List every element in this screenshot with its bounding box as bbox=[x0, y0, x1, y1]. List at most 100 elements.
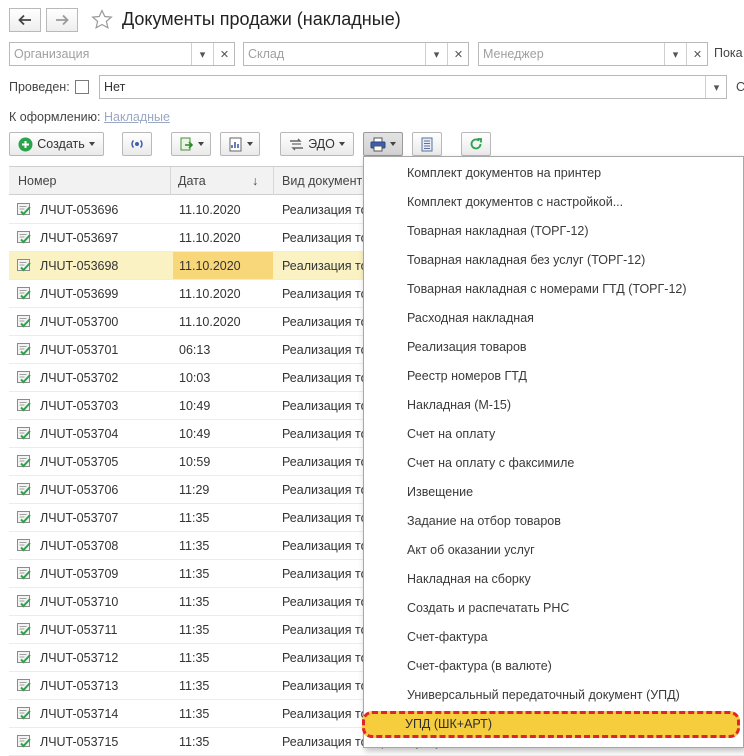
print-menu-item[interactable]: Товарная накладная без услуг (ТОРГ-12) bbox=[407, 253, 645, 267]
clear-icon[interactable]: ✕ bbox=[213, 43, 235, 65]
document-posted-icon bbox=[17, 231, 31, 244]
print-menu-item[interactable]: Задание на отбор товаров bbox=[407, 514, 561, 528]
document-posted-icon bbox=[17, 371, 31, 384]
organization-filter[interactable]: Организация ▾ ✕ bbox=[9, 42, 235, 66]
row-number: ЛЧUT-053707 bbox=[40, 511, 119, 525]
row-number: ЛЧUT-053714 bbox=[40, 707, 119, 721]
print-menu-item[interactable]: Счет-фактура bbox=[407, 630, 488, 644]
clear-icon[interactable]: ✕ bbox=[686, 43, 708, 65]
row-doc-type: Реализация то bbox=[282, 679, 368, 693]
chevron-down-icon bbox=[246, 142, 253, 146]
exchange-button[interactable] bbox=[122, 132, 152, 156]
column-date[interactable]: Дата bbox=[178, 174, 206, 188]
print-menu-item[interactable]: Реализация товаров bbox=[407, 340, 527, 354]
row-number: ЛЧUT-053696 bbox=[40, 203, 119, 217]
dropdown-icon[interactable]: ▾ bbox=[664, 43, 686, 65]
column-separator bbox=[273, 167, 274, 195]
row-date: 10:03 bbox=[179, 371, 211, 385]
favorite-star-icon[interactable] bbox=[90, 8, 114, 32]
register-button[interactable] bbox=[412, 132, 442, 156]
row-number: ЛЧUT-053700 bbox=[40, 315, 119, 329]
dropdown-icon[interactable]: ▾ bbox=[191, 43, 213, 65]
dropdown-icon[interactable]: ▾ bbox=[425, 43, 447, 65]
chevron-down-icon bbox=[338, 142, 345, 146]
print-menu-item[interactable]: Реестр номеров ГТД bbox=[407, 369, 527, 383]
menu-item-upd-barcode-art[interactable]: УПД (ШК+АРТ) bbox=[362, 711, 740, 738]
row-number: ЛЧUT-053710 bbox=[40, 595, 119, 609]
menu-item-label: УПД (ШК+АРТ) bbox=[405, 717, 492, 731]
print-menu-item[interactable]: Извещение bbox=[407, 485, 473, 499]
edo-button[interactable]: ЭДО bbox=[280, 132, 354, 156]
sort-desc-icon[interactable]: ↓ bbox=[252, 174, 258, 188]
row-number: ЛЧUT-053713 bbox=[40, 679, 119, 693]
cut-label: С bbox=[736, 80, 744, 94]
print-menu-item[interactable]: Акт об оказании услуг bbox=[407, 543, 535, 557]
row-date: 11:35 bbox=[179, 707, 210, 721]
print-menu-item[interactable]: Товарная накладная с номерами ГТД (ТОРГ-… bbox=[407, 282, 687, 296]
print-menu-item[interactable]: Товарная накладная (ТОРГ-12) bbox=[407, 224, 589, 238]
row-date: 11:35 bbox=[179, 679, 210, 693]
arrow-right-icon bbox=[56, 14, 69, 26]
forward-button[interactable] bbox=[46, 8, 78, 32]
row-number: ЛЧUT-053706 bbox=[40, 483, 119, 497]
row-doc-type: Реализация то bbox=[282, 511, 368, 525]
dropdown-icon[interactable]: ▾ bbox=[705, 76, 727, 98]
document-posted-icon bbox=[17, 315, 31, 328]
print-menu-item[interactable]: Накладная на сборку bbox=[407, 572, 531, 586]
row-doc-type: Реализация то bbox=[282, 651, 368, 665]
document-posted-icon bbox=[17, 511, 31, 524]
document-arrow-icon bbox=[180, 137, 193, 150]
row-date: 11:35 bbox=[179, 735, 210, 749]
refresh-button[interactable] bbox=[461, 132, 491, 156]
create-based-on-button[interactable] bbox=[171, 132, 211, 156]
print-menu-item[interactable]: Счет на оплату bbox=[407, 427, 495, 441]
to-process-link[interactable]: Накладные bbox=[104, 110, 170, 124]
column-number[interactable]: Номер bbox=[18, 174, 56, 188]
print-button[interactable] bbox=[363, 132, 403, 156]
warehouse-filter[interactable]: Склад ▾ ✕ bbox=[243, 42, 469, 66]
posted-select[interactable]: Нет ▾ bbox=[99, 75, 727, 99]
row-doc-type: Реализация то bbox=[282, 623, 368, 637]
page-title: Документы продажи (накладные) bbox=[122, 9, 401, 29]
row-doc-type: Реализация то bbox=[282, 399, 368, 413]
document-posted-icon bbox=[17, 567, 31, 580]
row-number: ЛЧUT-053712 bbox=[40, 651, 119, 665]
print-menu-item[interactable]: Расходная накладная bbox=[407, 311, 534, 325]
row-date: 11:35 bbox=[179, 539, 210, 553]
print-menu-item[interactable]: Счет на оплату с факсимиле bbox=[407, 456, 574, 470]
warehouse-placeholder: Склад bbox=[248, 47, 285, 61]
column-doc-type[interactable]: Вид документ bbox=[282, 174, 362, 188]
posted-label: Проведен: bbox=[9, 80, 70, 94]
print-menu-item[interactable]: Создать и распечатать РНС bbox=[407, 601, 569, 615]
row-date: 06:13 bbox=[179, 343, 211, 357]
print-menu-item[interactable]: Универсальный передаточный документ (УПД… bbox=[407, 688, 680, 702]
row-doc-type: Реализация то bbox=[282, 203, 368, 217]
print-menu-item[interactable]: Счет-фактура (в валюте) bbox=[407, 659, 552, 673]
row-number: ЛЧUT-053711 bbox=[40, 623, 118, 637]
document-posted-icon bbox=[17, 203, 31, 216]
clear-icon[interactable]: ✕ bbox=[447, 43, 469, 65]
report-icon bbox=[229, 137, 241, 151]
row-doc-type: Реализация то bbox=[282, 371, 368, 385]
row-date: 10:49 bbox=[179, 427, 211, 441]
show-label: Пока bbox=[714, 46, 743, 60]
chevron-down-icon bbox=[390, 142, 396, 146]
create-button[interactable]: Создать bbox=[9, 132, 104, 156]
reports-button[interactable] bbox=[220, 132, 260, 156]
document-posted-icon bbox=[17, 595, 31, 608]
row-doc-type: Реализация то bbox=[282, 567, 368, 581]
edo-button-label: ЭДО bbox=[308, 137, 335, 151]
posted-checkbox[interactable] bbox=[75, 80, 89, 94]
document-posted-icon bbox=[17, 427, 31, 440]
row-date: 11.10.2020 bbox=[179, 231, 241, 245]
print-menu-item[interactable]: Комплект документов с настройкой... bbox=[407, 195, 623, 209]
organization-placeholder: Организация bbox=[14, 47, 90, 61]
back-button[interactable] bbox=[9, 8, 41, 32]
row-date: 11:35 bbox=[179, 511, 210, 525]
manager-filter[interactable]: Менеджер ▾ ✕ bbox=[478, 42, 708, 66]
print-menu: Комплект документов на принтер Комплект д… bbox=[363, 156, 744, 748]
row-doc-type: Реализация то bbox=[282, 315, 368, 329]
print-menu-item[interactable]: Накладная (М-15) bbox=[407, 398, 511, 412]
document-posted-icon bbox=[17, 679, 31, 692]
print-menu-item[interactable]: Комплект документов на принтер bbox=[407, 166, 601, 180]
